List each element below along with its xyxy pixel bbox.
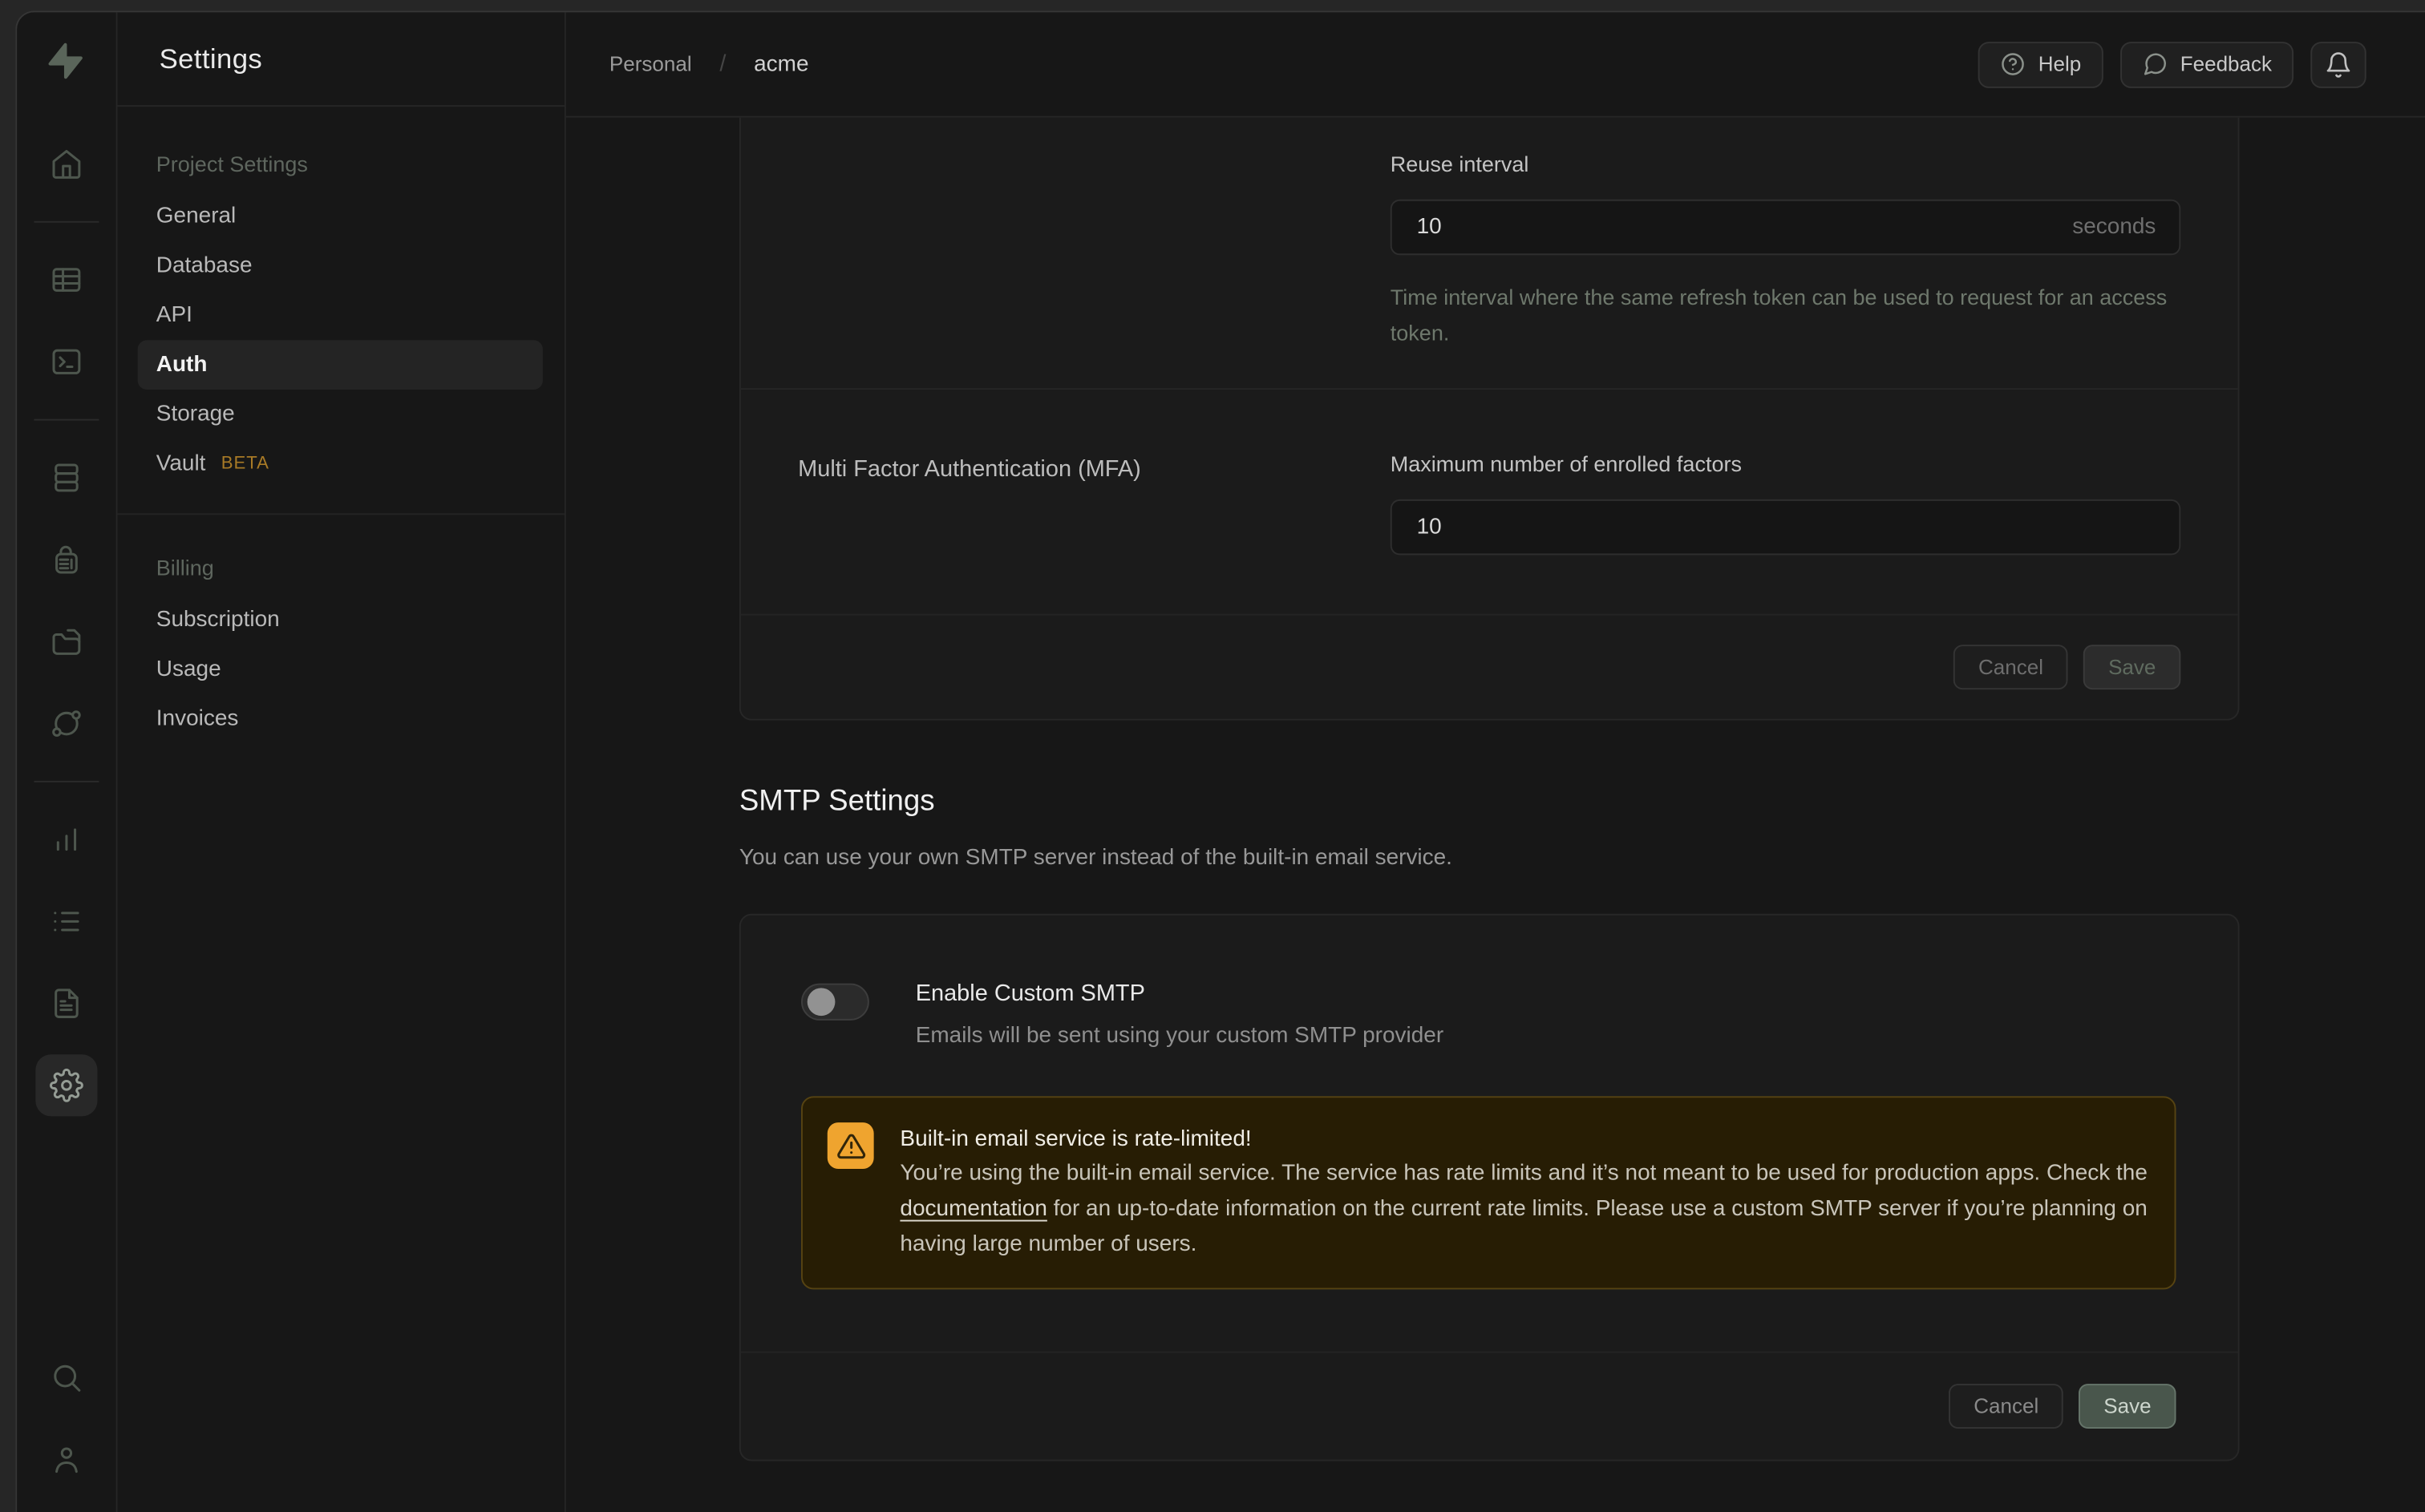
notifications-button[interactable] [2310, 41, 2366, 87]
reuse-interval-label: Reuse interval [1391, 152, 2180, 176]
rail-bottom [35, 1347, 97, 1512]
supabase-logo[interactable] [35, 31, 97, 93]
enable-smtp-label: Enable Custom SMTP [916, 980, 1443, 1007]
enable-smtp-toggle[interactable] [801, 984, 869, 1021]
enable-smtp-description: Emails will be sent using your custom SM… [916, 1024, 1443, 1049]
breadcrumb: Personal / acme [609, 51, 809, 78]
reuse-interval-input-wrap: seconds [1391, 200, 2180, 255]
auth-panel-footer: Cancel Save [741, 614, 2238, 719]
sql-editor-icon[interactable] [35, 331, 97, 393]
help-button[interactable]: Help [1978, 41, 2103, 87]
mfa-section-label: Multi Factor Authentication (MFA) [798, 451, 1391, 555]
warning-body: You’re using the built-in email service.… [900, 1157, 2149, 1263]
beta-badge: BETA [221, 455, 269, 473]
edge-functions-icon[interactable] [35, 693, 97, 754]
auth-icon[interactable] [35, 529, 97, 591]
storage-icon[interactable] [35, 611, 97, 673]
section-header-project-settings: Project Settings [118, 152, 565, 192]
warning-text: Built-in email service is rate-limited! … [900, 1122, 2149, 1263]
auth-tokens-panel: Reuse interval seconds Time interval whe… [739, 118, 2240, 721]
sidebar-item-invoices[interactable]: Invoices [118, 694, 565, 744]
logs-icon[interactable] [35, 891, 97, 952]
sidebar-item-storage[interactable]: Storage [118, 390, 565, 439]
settings-sidebar-body: Project Settings General Database API Au… [118, 107, 565, 744]
user-icon[interactable] [35, 1429, 97, 1490]
reports-icon[interactable] [35, 809, 97, 871]
enable-smtp-text: Enable Custom SMTP Emails will be sent u… [916, 980, 1443, 1049]
topbar-actions: Help Feedback [1978, 41, 2366, 87]
main-area: Personal / acme Help Fe [566, 12, 2425, 1512]
sidebar-item-api[interactable]: API [118, 291, 565, 341]
smtp-save-button[interactable]: Save [2079, 1384, 2176, 1429]
settings-sidebar: Settings Project Settings General Databa… [118, 12, 566, 1512]
reuse-interval-unit: seconds [2072, 200, 2156, 255]
app-window: Settings Project Settings General Databa… [15, 10, 2425, 1512]
settings-sidebar-header: Settings [118, 12, 565, 107]
breadcrumb-project[interactable]: acme [754, 52, 808, 77]
mfa-row: Multi Factor Authentication (MFA) Maximu… [741, 390, 2238, 555]
smtp-cancel-button[interactable]: Cancel [1949, 1384, 2063, 1429]
screen: Settings Project Settings General Databa… [0, 0, 2425, 1512]
sidebar-item-database[interactable]: Database [118, 241, 565, 291]
sidebar-item-auth[interactable]: Auth [138, 340, 543, 390]
top-bar: Personal / acme Help Fe [566, 12, 2425, 117]
sidebar-item-vault[interactable]: Vault BETA [118, 439, 565, 489]
documentation-link[interactable]: documentation [900, 1197, 1047, 1222]
mfa-input[interactable] [1391, 499, 2180, 555]
speech-bubble-icon [2141, 51, 2168, 78]
breadcrumb-org[interactable]: Personal [609, 53, 692, 76]
smtp-panel: Enable Custom SMTP Emails will be sent u… [739, 914, 2240, 1461]
sidebar-item-general[interactable]: General [118, 192, 565, 241]
feedback-button[interactable]: Feedback [2119, 41, 2293, 87]
smtp-section-title: SMTP Settings [739, 786, 2240, 819]
rail-divider [34, 419, 99, 421]
mfa-field-label: Maximum number of enrolled factors [1391, 451, 2180, 476]
enable-smtp-row: Enable Custom SMTP Emails will be sent u… [741, 916, 2238, 1049]
bell-icon [2325, 51, 2353, 79]
mfa-field: Maximum number of enrolled factors [1391, 451, 2180, 555]
rail-divider [34, 221, 99, 223]
sidebar-divider [118, 513, 565, 515]
settings-icon[interactable] [35, 1054, 97, 1116]
table-editor-icon[interactable] [35, 249, 97, 310]
search-icon[interactable] [35, 1347, 97, 1409]
save-button[interactable]: Save [2083, 645, 2180, 689]
warning-title: Built-in email service is rate-limited! [900, 1122, 2149, 1156]
content-column: Reuse interval seconds Time interval whe… [739, 118, 2240, 1461]
sidebar-item-subscription[interactable]: Subscription [118, 595, 565, 645]
smtp-section-subtitle: You can use your own SMTP server instead… [739, 846, 2240, 871]
icon-rail [17, 12, 117, 1512]
rail-nav [34, 133, 99, 1137]
smtp-panel-footer: Cancel Save [741, 1352, 2238, 1460]
cancel-button[interactable]: Cancel [1953, 645, 2068, 689]
content-scroll-area[interactable]: Reuse interval seconds Time interval whe… [566, 118, 2425, 1512]
reuse-interval-row: Reuse interval seconds Time interval whe… [741, 118, 2238, 351]
help-circle-icon [2000, 51, 2026, 78]
rail-divider [34, 781, 99, 782]
section-header-billing: Billing [118, 555, 565, 595]
reuse-interval-description: Time interval where the same refresh tok… [1391, 280, 2180, 351]
database-icon[interactable] [35, 447, 97, 508]
toggle-knob [808, 988, 836, 1016]
rate-limit-warning: Built-in email service is rate-limited! … [801, 1096, 2176, 1289]
home-icon[interactable] [35, 133, 97, 195]
alert-triangle-icon [828, 1122, 874, 1169]
reuse-interval-input[interactable] [1391, 200, 2180, 255]
sidebar-item-usage[interactable]: Usage [118, 645, 565, 694]
page-title: Settings [160, 42, 263, 75]
mfa-input-wrap [1391, 499, 2180, 555]
breadcrumb-separator: / [719, 51, 726, 78]
api-docs-icon[interactable] [35, 972, 97, 1034]
